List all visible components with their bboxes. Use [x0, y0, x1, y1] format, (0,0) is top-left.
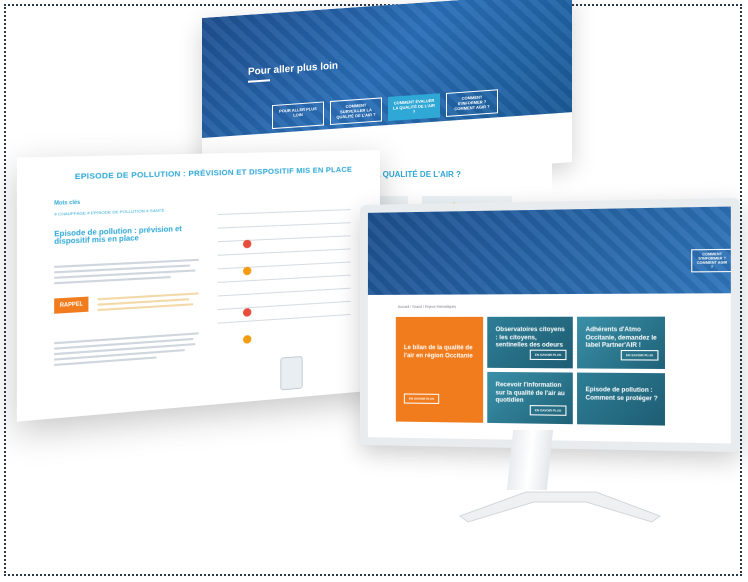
tile-title: Observatoires citoyens : les citoyens, s…	[495, 327, 565, 349]
doc-body-text-2	[54, 332, 199, 369]
tile-button[interactable]: EN SAVOIR PLUS	[529, 349, 567, 361]
breadcrumb[interactable]: Accueil / Grand / Enjeux thématiques	[398, 305, 456, 309]
tile-button[interactable]: EN SAVOIR PLUS	[529, 405, 567, 416]
tile-button[interactable]: EN SAVOIR PLUS	[403, 393, 440, 404]
phone-icon	[280, 355, 303, 391]
tile-bilan[interactable]: Le bilan de la qualité de l'air en régio…	[395, 316, 484, 423]
monitor-screen: COMMENT S'INFORMER ? COMMENT AGIR ? Accu…	[367, 206, 731, 444]
monitor-nav-button[interactable]: COMMENT S'INFORMER ? COMMENT AGIR ?	[691, 248, 731, 273]
tile-title: Recevoir l'information sur la qualité de…	[495, 382, 565, 404]
tile-recevoir[interactable]: Recevoir l'information sur la qualité de…	[487, 371, 573, 425]
nav-button-evaluer[interactable]: COMMENT ÉVALUER LA QUALITÉ DE L'AIR ?	[388, 93, 440, 121]
tile-title: Episode de pollution : Comment se protég…	[585, 387, 658, 402]
pollution-table	[217, 209, 351, 371]
doc-subtitle: Episode de pollution : prévision et disp…	[54, 225, 182, 247]
tile-adherents[interactable]: Adhérents d'Atmo Occitanie, demandez le …	[577, 316, 666, 370]
nav-button-informer[interactable]: COMMENT S'INFORMER ? COMMENT AGIR ?	[446, 89, 498, 117]
nav-button-pour-aller[interactable]: POUR ALLER PLUS LOIN	[272, 101, 324, 129]
nav-button-surveiller[interactable]: COMMENT SURVEILLER LA QUALITÉ DE L'AIR ?	[330, 97, 382, 125]
doc-body-text	[54, 258, 199, 288]
monitor: COMMENT S'INFORMER ? COMMENT AGIR ? Accu…	[360, 197, 740, 453]
rappel-text	[97, 292, 199, 314]
tile-button[interactable]: EN SAVOIR PLUS	[620, 349, 659, 361]
tile-title: Le bilan de la qualité de l'air en régio…	[403, 345, 473, 360]
doc-keywords-label: Mots clés	[54, 199, 81, 207]
monitor-base	[458, 491, 662, 523]
doc-tags[interactable]: # CHAUFFAGE # EPISODE DE POLLUTION # SAN…	[54, 207, 164, 216]
monitor-banner	[367, 206, 731, 295]
rappel-badge: RAPPEL	[54, 296, 89, 314]
tile-episode[interactable]: Episode de pollution : Comment se protég…	[577, 372, 666, 426]
monitor-neck	[506, 430, 554, 490]
quality-title: LA QUALITÉ DE L'AIR ?	[370, 170, 461, 179]
tile-title: Adhérents d'Atmo Occitanie, demandez le …	[585, 327, 657, 350]
document-page: EPISODE DE POLLUTION : PRÉVISION ET DISP…	[16, 150, 381, 422]
tile-observatoires[interactable]: Observatoires citoyens : les citoyens, s…	[487, 316, 573, 369]
doc-title: EPISODE DE POLLUTION : PRÉVISION ET DISP…	[74, 164, 353, 182]
